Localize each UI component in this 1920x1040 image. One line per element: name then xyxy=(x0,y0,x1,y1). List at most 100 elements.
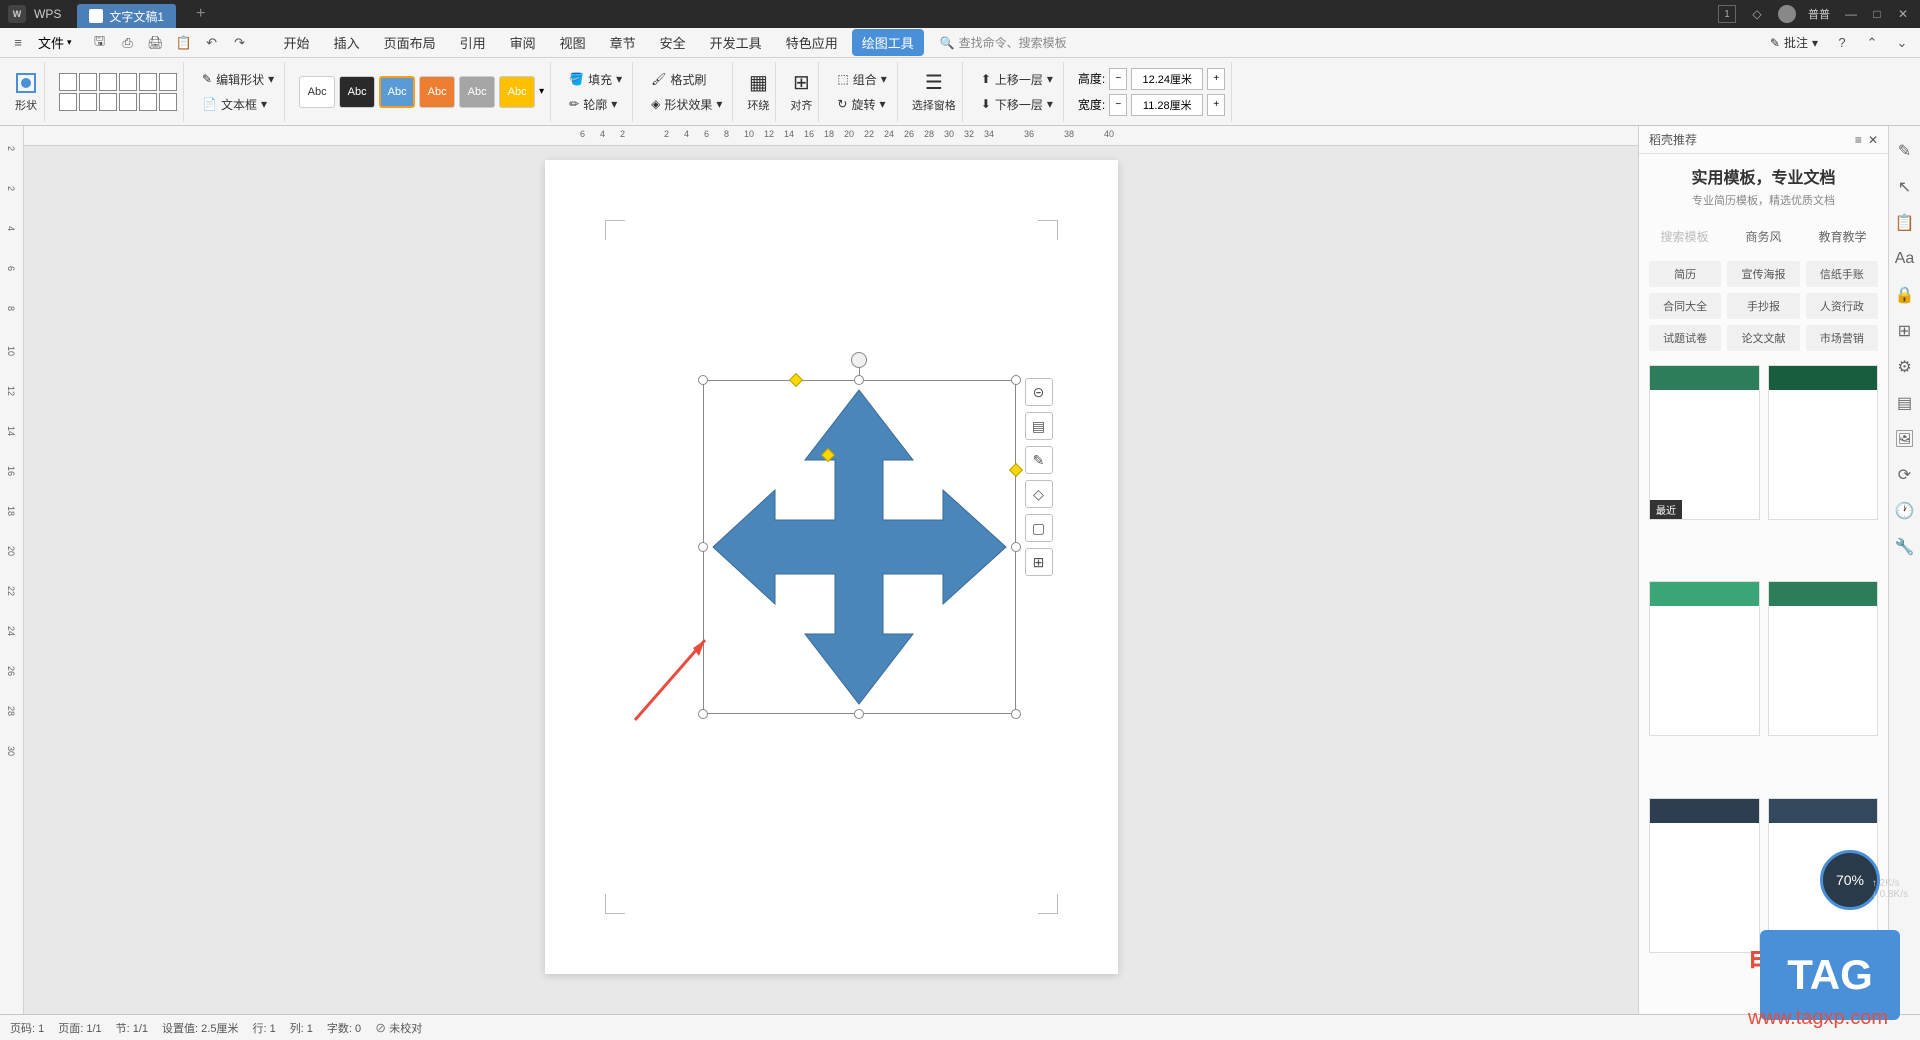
style-gray[interactable]: Abc xyxy=(459,76,495,108)
help-icon[interactable]: ? xyxy=(1832,33,1852,53)
rotate-button[interactable]: ↻ 旋转 ▾ xyxy=(833,94,890,115)
style-black[interactable]: Abc xyxy=(339,76,375,108)
move-up-button[interactable]: ⬆ 上移一层 ▾ xyxy=(977,69,1057,90)
float-more-icon[interactable]: ⊞ xyxy=(1025,548,1053,576)
fill-button[interactable]: 🪣 填充 ▾ xyxy=(565,69,626,90)
canvas[interactable]: ⊝ ▤ ✎ ◇ ▢ ⊞ xyxy=(24,146,1638,1014)
status-proof[interactable]: ⊘ 未校对 xyxy=(375,1020,422,1036)
sel-handle-tc[interactable] xyxy=(854,375,864,385)
tag-poster[interactable]: 宣传海报 xyxy=(1727,261,1799,287)
tab-start[interactable]: 开始 xyxy=(274,29,320,56)
side-edit-icon[interactable]: ✎ xyxy=(1894,140,1916,162)
redo-icon[interactable]: ↷ xyxy=(230,33,250,53)
height-decrease[interactable]: − xyxy=(1109,68,1127,90)
width-decrease[interactable]: − xyxy=(1109,94,1127,116)
format-brush-button[interactable]: 🖌 格式刷 xyxy=(647,69,726,90)
float-lock-icon[interactable]: ⊝ xyxy=(1025,378,1053,406)
status-section[interactable]: 节: 1/1 xyxy=(116,1020,148,1036)
tag-marketing[interactable]: 市场营销 xyxy=(1806,325,1878,351)
tab-insert[interactable]: 插入 xyxy=(324,29,370,56)
tab-security[interactable]: 安全 xyxy=(650,29,696,56)
hamburger-icon[interactable]: ≡ xyxy=(8,33,28,53)
document-tab[interactable]: 文字文稿1 xyxy=(77,4,176,28)
print-icon[interactable]: 🖨 xyxy=(146,33,166,53)
template-thumb[interactable] xyxy=(1768,581,1879,736)
tab-page-layout[interactable]: 页面布局 xyxy=(374,29,446,56)
align-button[interactable]: ⊞ 对齐 xyxy=(790,70,812,113)
side-tools-icon[interactable]: 🔧 xyxy=(1894,536,1916,558)
tab-special[interactable]: 特色应用 xyxy=(776,29,848,56)
sel-handle-mr[interactable] xyxy=(1011,542,1021,552)
maximize-button[interactable]: □ xyxy=(1868,5,1886,23)
float-wrap-icon[interactable]: ▤ xyxy=(1025,412,1053,440)
style-white[interactable]: Abc xyxy=(299,76,335,108)
tab-devtools[interactable]: 开发工具 xyxy=(700,29,772,56)
tab-drawing-tools[interactable]: 绘图工具 xyxy=(852,29,924,56)
badge-icon[interactable]: 1 xyxy=(1718,5,1736,23)
template-thumb[interactable]: 最近 xyxy=(1649,365,1760,520)
tag-hr[interactable]: 人资行政 xyxy=(1806,293,1878,319)
side-clipboard-icon[interactable]: 📋 xyxy=(1894,212,1916,234)
height-increase[interactable]: + xyxy=(1207,68,1225,90)
tab-view[interactable]: 视图 xyxy=(550,29,596,56)
status-value[interactable]: 设置值: 2.5厘米 xyxy=(162,1020,238,1036)
side-style-icon[interactable]: Aa xyxy=(1894,248,1916,270)
tag-resume[interactable]: 简历 xyxy=(1649,261,1721,287)
panel-tab-business[interactable]: 商务风 xyxy=(1728,224,1799,249)
outline-button[interactable]: ✏ 轮廓 ▾ xyxy=(565,94,626,115)
float-crop-icon[interactable]: ▢ xyxy=(1025,514,1053,542)
collapse-ribbon-icon[interactable]: ⌃ xyxy=(1862,33,1882,53)
tab-review[interactable]: 审阅 xyxy=(500,29,546,56)
sel-handle-tr[interactable] xyxy=(1011,375,1021,385)
wps-logo[interactable]: W xyxy=(8,5,26,23)
width-increase[interactable]: + xyxy=(1207,94,1225,116)
sel-handle-bc[interactable] xyxy=(854,709,864,719)
rotate-handle[interactable] xyxy=(851,352,867,368)
sel-handle-tl[interactable] xyxy=(698,375,708,385)
panel-tab-education[interactable]: 教育教学 xyxy=(1807,224,1878,249)
template-thumb[interactable] xyxy=(1649,581,1760,736)
style-yellow[interactable]: Abc xyxy=(499,76,535,108)
add-tab-button[interactable]: + xyxy=(196,5,205,23)
panel-close-icon[interactable]: ✕ xyxy=(1868,133,1878,147)
height-input[interactable] xyxy=(1131,68,1203,90)
status-row[interactable]: 行: 1 xyxy=(252,1020,275,1036)
print-preview-icon[interactable]: ⎙ xyxy=(118,33,138,53)
tag-letter[interactable]: 信纸手账 xyxy=(1806,261,1878,287)
tag-handwrite[interactable]: 手抄报 xyxy=(1727,293,1799,319)
select-pane-button[interactable]: ☰ 选择窗格 xyxy=(912,70,956,113)
edit-shape-button[interactable]: ✎ 编辑形状 ▾ xyxy=(198,69,278,90)
status-col[interactable]: 列: 1 xyxy=(290,1020,313,1036)
save-icon[interactable]: 🖫 xyxy=(90,33,110,53)
user-avatar[interactable] xyxy=(1778,5,1796,23)
status-words[interactable]: 字数: 0 xyxy=(327,1020,361,1036)
close-button[interactable]: ✕ xyxy=(1894,5,1912,23)
styles-more[interactable]: ▾ xyxy=(539,86,544,97)
side-layers-icon[interactable]: ▤ xyxy=(1894,392,1916,414)
skin-icon[interactable]: ◇ xyxy=(1748,5,1766,23)
move-down-button[interactable]: ⬇ 下移一层 ▾ xyxy=(977,94,1057,115)
shape-effect-button[interactable]: ◈ 形状效果 ▾ xyxy=(647,94,726,115)
tag-thesis[interactable]: 论文文献 xyxy=(1727,325,1799,351)
selected-shape[interactable] xyxy=(703,380,1016,714)
comment-button[interactable]: ✎ 批注 ▾ xyxy=(1766,32,1822,53)
side-grid-icon[interactable]: ⊞ xyxy=(1894,320,1916,342)
shapes-gallery[interactable] xyxy=(59,73,177,111)
tag-exam[interactable]: 试题试卷 xyxy=(1649,325,1721,351)
tab-reference[interactable]: 引用 xyxy=(450,29,496,56)
tag-contract[interactable]: 合同大全 xyxy=(1649,293,1721,319)
file-menu[interactable]: 文件 ▾ xyxy=(32,33,78,52)
template-thumb[interactable] xyxy=(1768,365,1879,520)
side-lock-icon[interactable]: 🔒 xyxy=(1894,284,1916,306)
tab-section[interactable]: 章节 xyxy=(600,29,646,56)
template-thumb[interactable] xyxy=(1649,798,1760,953)
shape-dropdown[interactable]: 形状 xyxy=(14,71,38,113)
text-box-button[interactable]: 📄 文本框 ▾ xyxy=(198,94,278,115)
width-input[interactable] xyxy=(1131,94,1203,116)
sel-handle-ml[interactable] xyxy=(698,542,708,552)
status-page[interactable]: 页码: 1 xyxy=(10,1020,44,1036)
command-search[interactable]: 🔍 查找命令、搜索模板 xyxy=(940,34,1067,51)
sel-handle-br[interactable] xyxy=(1011,709,1021,719)
minimize-button[interactable]: — xyxy=(1842,5,1860,23)
undo-icon[interactable]: ↶ xyxy=(202,33,222,53)
